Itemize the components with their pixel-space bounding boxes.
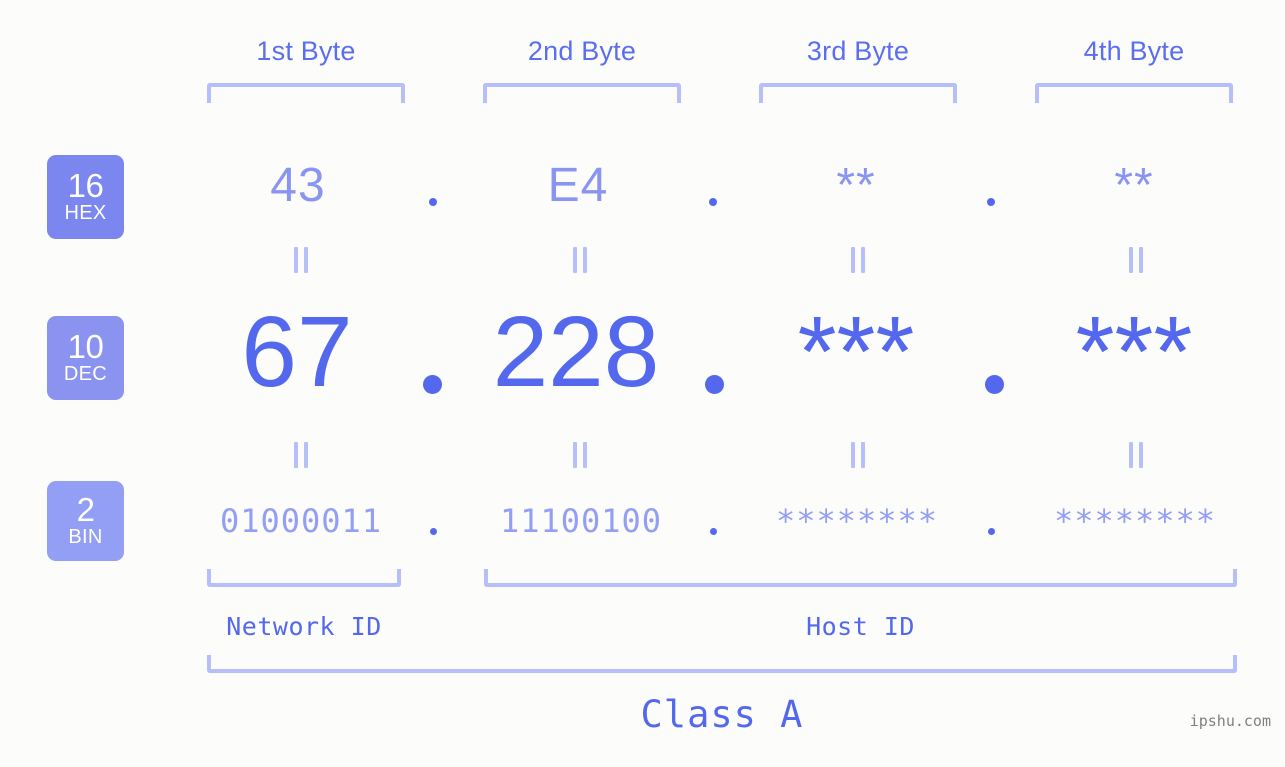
equals-connector-1-top [292, 247, 310, 273]
site-watermark: ipshu.com [1189, 712, 1271, 730]
hex-value-byte-2: E4 [547, 159, 609, 212]
equals-connector-3-bottom [849, 442, 867, 468]
network-id-label: Network ID [226, 612, 382, 641]
equals-connector-2-bottom [571, 442, 589, 468]
byte-bracket-2 [483, 83, 681, 103]
bin-value-byte-3: ******** [775, 502, 939, 540]
byte-bracket-4 [1035, 83, 1233, 103]
dec-separator-dot-1 [423, 375, 442, 394]
hex-value-byte-4: ** [1114, 159, 1154, 212]
byte-column-label-4: 4th Byte [1083, 36, 1185, 66]
byte-column-label-2: 2nd Byte [527, 36, 637, 66]
equals-connector-2-top [571, 247, 589, 273]
class-bracket [207, 655, 1237, 673]
bin-value-byte-4: ******** [1053, 502, 1217, 540]
base-badge-bin-label: BIN [68, 526, 103, 548]
hex-separator-dot-2 [709, 198, 717, 206]
byte-bracket-3 [759, 83, 957, 103]
ip-byte-breakdown-diagram: 1st Byte 2nd Byte 3rd Byte 4th Byte 16 H… [0, 0, 1285, 767]
class-label: Class A [640, 693, 804, 736]
byte-bracket-1 [207, 83, 405, 103]
base-badge-hex-number: 16 [67, 167, 104, 204]
base-badge-bin: 2 BIN [47, 481, 124, 561]
base-badge-dec: 10 DEC [47, 316, 124, 400]
equals-connector-1-bottom [292, 442, 310, 468]
host-id-label: Host ID [806, 612, 915, 641]
bin-separator-dot-1 [430, 528, 437, 535]
dec-separator-dot-3 [985, 375, 1004, 394]
base-badge-dec-number: 10 [67, 328, 104, 365]
hex-separator-dot-3 [987, 198, 995, 206]
byte-column-label-1: 1st Byte [256, 36, 356, 66]
base-badge-hex-label: HEX [64, 202, 107, 224]
equals-connector-3-top [849, 247, 867, 273]
bin-value-byte-1: 01000011 [219, 502, 383, 540]
base-badge-bin-number: 2 [76, 491, 95, 528]
bin-separator-dot-3 [988, 528, 995, 535]
equals-connector-4-bottom [1127, 442, 1145, 468]
network-id-bracket [207, 569, 401, 587]
dec-value-byte-1: 67 [241, 296, 353, 408]
dec-separator-dot-2 [705, 375, 724, 394]
base-badge-dec-label: DEC [63, 363, 108, 385]
hex-value-byte-1: 43 [270, 159, 326, 212]
equals-connector-4-top [1127, 247, 1145, 273]
bin-separator-dot-2 [710, 528, 717, 535]
hex-value-byte-3: ** [836, 159, 876, 212]
dec-value-byte-3: *** [797, 296, 915, 408]
bin-value-byte-2: 11100100 [499, 502, 663, 540]
hex-separator-dot-1 [429, 198, 437, 206]
host-id-bracket [484, 569, 1237, 587]
dec-value-byte-4: *** [1075, 296, 1193, 408]
base-badge-hex: 16 HEX [47, 155, 124, 239]
byte-column-label-3: 3rd Byte [806, 36, 910, 66]
dec-value-byte-2: 228 [492, 296, 660, 408]
